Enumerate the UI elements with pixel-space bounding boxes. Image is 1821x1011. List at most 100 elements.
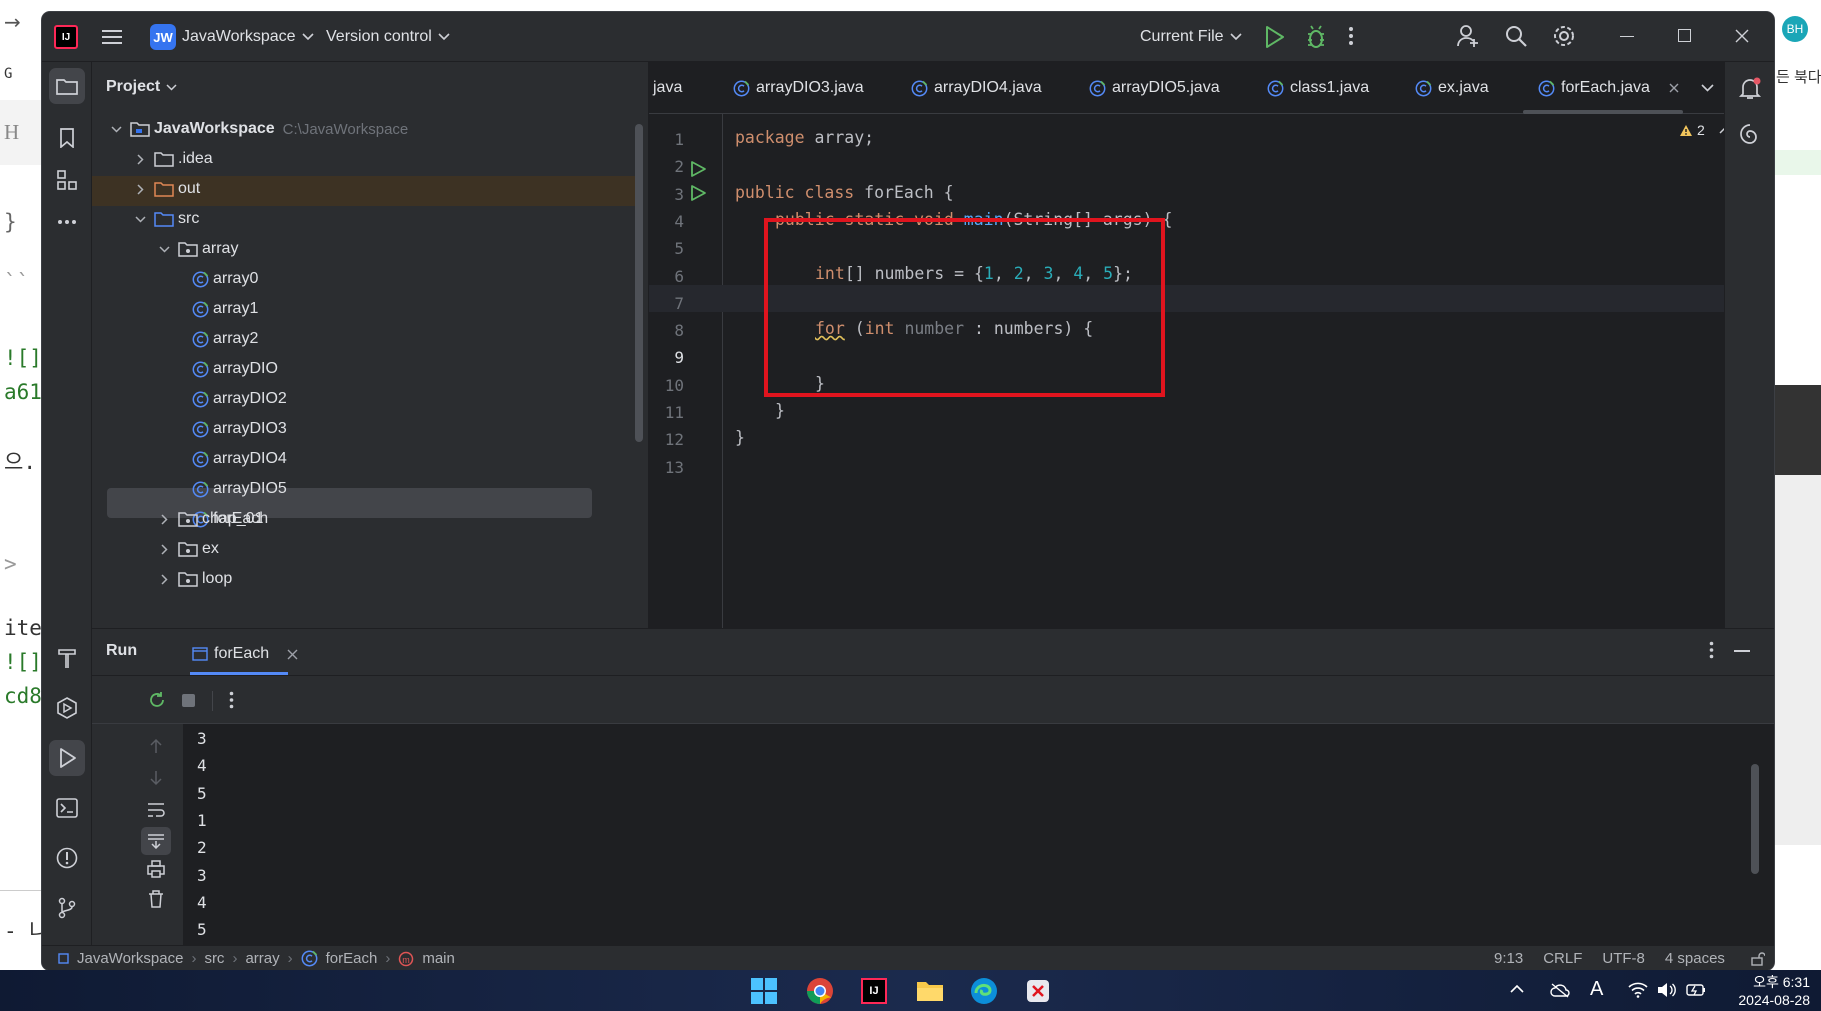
unlock-icon[interactable] [1751,951,1765,966]
run-gutter-icon[interactable] [689,160,707,178]
line-ending[interactable]: CRLF [1543,950,1582,967]
build-tool-button[interactable] [49,640,85,676]
indent-setting[interactable]: 4 spaces [1665,950,1725,967]
run-tab-label: forEach [214,645,270,662]
edge-icon[interactable] [968,975,1000,1007]
breadcrumb-item[interactable]: src [204,950,224,967]
vcs-menu[interactable]: Version control [318,20,458,54]
line-number: 9 [674,348,684,368]
more-tools-icon[interactable] [49,204,85,240]
tree-scrollbar[interactable] [635,124,643,442]
run-config-selector[interactable]: Current File [1132,20,1250,54]
bg-fragment: - 나 [4,919,44,943]
more-actions-icon[interactable] [1348,26,1354,46]
soft-wrap-icon[interactable] [147,802,165,818]
tree-node-class[interactable]: arrayDIO5 [192,474,287,504]
problems-tool-button[interactable] [49,840,85,876]
tree-node-class[interactable]: arrayDIO2 [192,384,287,414]
file-encoding[interactable]: UTF-8 [1602,950,1645,967]
tree-node-chap01[interactable]: chap_01 [154,504,263,534]
terminal-tool-button[interactable] [49,790,85,826]
breadcrumb-item[interactable]: JavaWorkspace [77,950,183,967]
tree-node-src[interactable]: src [130,204,199,234]
print-icon[interactable] [147,860,165,878]
trash-icon[interactable] [148,890,164,908]
console-line: 5 [197,783,207,803]
run-button[interactable] [1262,24,1286,50]
tree-node-loop[interactable]: loop [154,564,232,594]
tab-arraydio3[interactable]: arrayDIO3.java [733,62,864,114]
tree-node-class[interactable]: arrayDIO [192,354,278,384]
tab-list-chevron-icon[interactable] [1701,84,1714,92]
search-icon[interactable] [1504,24,1528,48]
tab-arraydio4[interactable]: arrayDIO4.java [911,62,1042,114]
run-toolbar-more-icon[interactable] [229,691,234,709]
main-menu-icon[interactable] [98,23,126,51]
tree-node-class[interactable]: arrayDIO3 [192,414,287,444]
warning-icon [1680,124,1692,136]
project-tool-button[interactable] [49,68,85,104]
tab-ex[interactable]: ex.java [1415,62,1489,114]
minimize-icon[interactable] [1620,36,1634,37]
caret-position[interactable]: 9:13 [1494,950,1523,967]
java-class-icon [192,301,209,318]
run-gutter-icon[interactable] [689,184,707,202]
tab-arraydio5[interactable]: arrayDIO5.java [1089,62,1220,114]
input-language[interactable]: A [1590,978,1603,1001]
settings-gear-icon[interactable] [1552,24,1576,48]
ai-assistant-icon[interactable] [1738,122,1762,146]
file-explorer-icon[interactable] [914,975,946,1007]
bookmarks-tool-button[interactable] [49,120,85,156]
scroll-up-arrow-icon[interactable] [149,738,163,754]
tree-node-array[interactable]: array [154,234,238,264]
git-tool-button[interactable] [49,890,85,926]
maximize-icon[interactable] [1678,29,1691,42]
console-line: 4 [197,756,207,776]
close-tab-icon[interactable] [287,649,298,660]
project-switcher[interactable]: JW JavaWorkspace [142,20,322,54]
close-window-icon[interactable] [1734,28,1750,44]
tree-node-class[interactable]: array2 [192,324,258,354]
cloud-offline-icon[interactable] [1550,982,1570,998]
scroll-to-end-button[interactable] [141,827,171,855]
run-options-icon[interactable] [1709,641,1714,659]
hide-panel-icon[interactable] [1734,650,1750,652]
project-panel-header[interactable]: Project [106,78,177,96]
breadcrumb-item[interactable]: forEach [326,950,378,967]
node-label: array [202,240,239,257]
breadcrumb-item[interactable]: array [245,950,279,967]
volume-icon[interactable] [1656,982,1676,998]
breadcrumb-item[interactable]: main [422,950,455,967]
stop-icon[interactable] [182,694,195,707]
structure-tool-button[interactable] [49,162,85,198]
windows-start-icon[interactable] [748,975,780,1007]
run-tool-button[interactable] [49,740,85,776]
tab-foreach-active[interactable]: forEach.java [1538,62,1680,114]
tree-node-idea[interactable]: .idea [130,144,213,174]
tree-node-class[interactable]: array1 [192,294,258,324]
tree-node-class[interactable]: arrayDIO4 [192,444,287,474]
tree-node-out[interactable]: out [130,174,200,204]
snipping-tool-icon[interactable] [1022,975,1054,1007]
notifications-bell-icon[interactable] [1738,77,1762,101]
tree-node-root[interactable]: JavaWorkspace C:\JavaWorkspace [106,114,408,144]
panel-title: Project [106,78,161,95]
chevron-up-icon[interactable] [1510,984,1524,993]
tree-node-class[interactable]: array0 [192,264,258,294]
scroll-down-arrow-icon[interactable] [149,770,163,786]
run-tab-foreach[interactable]: forEach [192,634,298,674]
wifi-icon[interactable] [1628,982,1648,998]
tab-class1[interactable]: class1.java [1267,62,1369,114]
services-tool-button[interactable] [49,690,85,726]
battery-icon[interactable] [1686,982,1706,998]
code-with-me-icon[interactable] [1456,24,1480,48]
close-tab-icon[interactable] [1668,82,1680,94]
tab-java[interactable]: java [653,62,682,114]
debug-button[interactable] [1304,24,1328,50]
console-scrollbar[interactable] [1751,764,1759,874]
clock[interactable]: 오후 6:31 2024-08-28 [1738,973,1810,1009]
rerun-icon[interactable] [148,691,166,709]
intellij-taskbar-icon[interactable]: IJ [858,975,890,1007]
chrome-icon[interactable] [804,975,836,1007]
tree-node-ex[interactable]: ex [154,534,219,564]
